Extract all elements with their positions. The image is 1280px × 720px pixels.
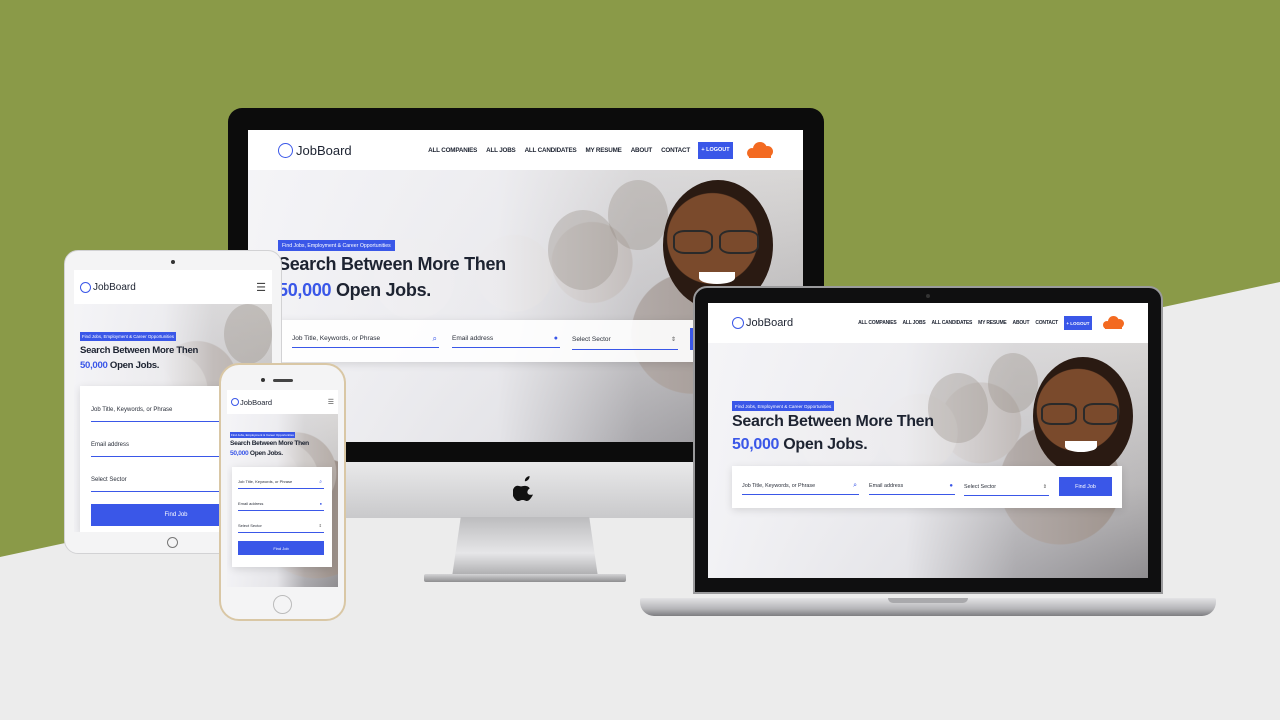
imac-logo[interactable]: JobBoard <box>278 142 352 158</box>
phone-home-button <box>273 595 292 614</box>
sector-select[interactable]: Select Sector ⇕ <box>964 478 1049 496</box>
nav-item-contact[interactable]: CONTACT <box>661 147 690 154</box>
updown-caret-icon: ⇕ <box>318 523 322 528</box>
find-job-button[interactable]: Find Job <box>1059 477 1112 496</box>
phone-hero-tag: Find Jobs, Employment & Career Opportuni… <box>230 432 295 438</box>
location-pin-icon: ● <box>319 501 322 506</box>
phone-navbar: JobBoard ☰ <box>227 390 338 414</box>
tablet-headline-1: Search Between More Then <box>80 345 199 356</box>
imac-foot <box>424 574 626 582</box>
tablet-home-button <box>167 537 178 548</box>
nav-item-my-resume[interactable]: MY RESUME <box>978 320 1007 326</box>
hamburger-icon[interactable]: ☰ <box>328 398 334 406</box>
laptop-menu: ALL COMPANIES ALL JOBS ALL CANDIDATES MY… <box>858 320 1058 326</box>
nav-item-all-jobs[interactable]: ALL JOBS <box>486 147 516 154</box>
laptop-screen: JobBoard ALL COMPANIES ALL JOBS ALL CAND… <box>708 303 1148 578</box>
location-pin-icon: ● <box>949 483 953 489</box>
logout-button[interactable]: + LOGOUT <box>698 141 733 159</box>
map-pin-circle-icon <box>80 281 91 293</box>
phone-screen: JobBoard ☰ Find Jobs, Employment & Caree… <box>227 390 338 587</box>
phone-email-input[interactable]: Email address ● <box>238 497 324 511</box>
nav-item-all-companies[interactable]: ALL COMPANIES <box>428 147 477 154</box>
logout-button[interactable]: + LOGOUT <box>1064 316 1092 330</box>
laptop-logo[interactable]: JobBoard <box>732 317 793 329</box>
phone-keyword-input[interactable]: Job Title, Keywords, or Phrase ⌕ <box>238 475 324 489</box>
imac-stand <box>452 517 598 577</box>
tablet-hero-tag: Find Jobs, Employment & Career Opportuni… <box>80 332 176 341</box>
map-pin-circle-icon <box>278 142 293 158</box>
laptop-notch <box>888 598 968 603</box>
nav-item-my-resume[interactable]: MY RESUME <box>585 147 621 154</box>
phone-find-job-button[interactable]: Find Job <box>238 541 324 555</box>
tablet-navbar: JobBoard ☰ <box>74 270 272 304</box>
search-icon: ⌕ <box>432 333 437 343</box>
nav-item-all-companies[interactable]: ALL COMPANIES <box>858 320 897 326</box>
updown-caret-icon: ⇕ <box>670 337 676 343</box>
laptop-navbar: JobBoard ALL COMPANIES ALL JOBS ALL CAND… <box>708 303 1148 343</box>
phone-headline-2: 50,000 Open Jobs. <box>230 450 283 457</box>
soundcloud-logo[interactable] <box>1102 314 1124 332</box>
imac-navbar: JobBoard ALL COMPANIES ALL JOBS ALL CAND… <box>248 130 803 170</box>
phone-headline-1: Search Between More Then <box>230 440 309 447</box>
hero-headline-2: 50,000 Open Jobs. <box>278 280 431 300</box>
map-pin-circle-icon <box>732 317 744 329</box>
hero-tag: Find Jobs, Employment & Career Opportuni… <box>278 240 395 251</box>
laptop-hero <box>708 343 1148 578</box>
apple-logo-icon <box>513 476 533 501</box>
email-input[interactable]: Email address ● <box>452 330 560 348</box>
phone-sector-select[interactable]: Select Sector ⇕ <box>238 519 324 533</box>
tablet-logo[interactable]: JobBoard <box>80 281 136 293</box>
nav-item-contact[interactable]: CONTACT <box>1035 320 1058 326</box>
nav-item-about[interactable]: ABOUT <box>1013 320 1030 326</box>
keyword-input[interactable]: Job Title, Keywords, or Phrase ⌕ <box>292 330 439 348</box>
phone-search-form: Job Title, Keywords, or Phrase ⌕ Email a… <box>232 467 332 567</box>
search-icon: ⌕ <box>319 478 322 485</box>
soundcloud-logo[interactable] <box>745 139 773 161</box>
nav-item-all-candidates[interactable]: ALL CANDIDATES <box>525 147 577 154</box>
tablet-sector-select[interactable]: Select Sector <box>91 468 231 492</box>
hero-headline-1: Search Between More Then <box>278 254 506 274</box>
hero-tag: Find Jobs, Employment & Career Opportuni… <box>732 401 835 411</box>
hero-headline-2: 50,000 Open Jobs. <box>732 436 868 453</box>
sector-select[interactable]: Select Sector ⇕ <box>572 330 678 350</box>
phone-speaker <box>273 379 293 382</box>
search-icon: ⌕ <box>853 482 857 489</box>
location-pin-icon: ● <box>553 335 558 342</box>
imac-menu: ALL COMPANIES ALL JOBS ALL CANDIDATES MY… <box>428 147 690 154</box>
hero-photo-woman <box>1033 357 1133 475</box>
laptop-search-form: Job Title, Keywords, or Phrase ⌕ Email a… <box>732 466 1122 508</box>
nav-item-all-candidates[interactable]: ALL CANDIDATES <box>932 320 973 326</box>
phone-logo[interactable]: JobBoard <box>231 398 272 407</box>
tablet-camera <box>171 260 175 264</box>
nav-item-about[interactable]: ABOUT <box>631 147 653 154</box>
phone-camera <box>261 378 265 382</box>
laptop-camera <box>926 294 930 298</box>
hamburger-icon[interactable]: ☰ <box>256 281 266 294</box>
hero-headline-1: Search Between More Then <box>732 413 934 430</box>
keyword-input[interactable]: Job Title, Keywords, or Phrase ⌕ <box>742 478 859 495</box>
map-pin-circle-icon <box>231 398 239 406</box>
tablet-headline-2: 50,000 Open Jobs. <box>80 360 160 371</box>
nav-item-all-jobs[interactable]: ALL JOBS <box>902 320 925 326</box>
tablet-email-input[interactable]: Email address <box>91 433 231 457</box>
email-input[interactable]: Email address ● <box>869 478 955 495</box>
updown-caret-icon: ⇕ <box>1042 483 1047 490</box>
tablet-keyword-input[interactable]: Job Title, Keywords, or Phrase <box>91 398 231 422</box>
